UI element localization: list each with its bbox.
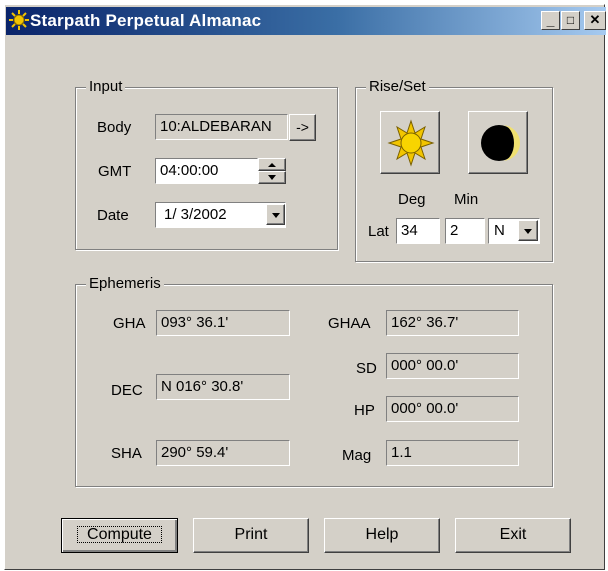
hp-label: HP (354, 402, 375, 419)
maximize-button[interactable]: □ (561, 11, 580, 30)
dec-value: N 016° 30.8' (156, 374, 290, 400)
help-button[interactable]: Help (324, 518, 440, 553)
compute-button-label: Compute (73, 522, 166, 547)
ephemeris-legend: Ephemeris (86, 275, 164, 292)
sd-value: 000° 00.0' (386, 353, 519, 379)
sd-label: SD (356, 360, 377, 377)
close-button[interactable]: ✕ (584, 11, 606, 30)
sha-label: SHA (111, 445, 142, 462)
print-button[interactable]: Print (193, 518, 309, 553)
gmt-label: GMT (98, 163, 132, 180)
exit-button[interactable]: Exit (455, 518, 571, 553)
moon-icon (478, 122, 520, 169)
body-label: Body (97, 119, 132, 136)
gha-label: GHA (113, 315, 146, 332)
riseset-legend: Rise/Set (366, 78, 429, 95)
dec-label: DEC (111, 382, 143, 399)
gha-value: 093° 36.1' (156, 310, 290, 336)
gmt-spin-up[interactable] (258, 158, 286, 171)
lat-deg-input[interactable]: 34 (396, 218, 440, 244)
input-legend: Input (86, 78, 126, 95)
gmt-spinner[interactable] (258, 158, 286, 184)
deg-label: Deg (398, 191, 426, 208)
sun-icon (387, 119, 435, 172)
min-label: Min (454, 191, 479, 208)
body-go-button[interactable]: -> (289, 114, 316, 141)
date-label: Date (97, 207, 129, 224)
ghaa-value: 162° 36.7' (386, 310, 519, 336)
sha-value: 290° 59.4' (156, 440, 290, 466)
lat-hemisphere-dropdown[interactable] (518, 220, 538, 241)
lat-label: Lat (368, 223, 389, 240)
window-title: Starpath Perpetual Almanac (30, 11, 262, 30)
lat-min-input[interactable]: 2 (445, 218, 485, 244)
sunrise-button[interactable] (380, 111, 440, 174)
gmt-spin-down[interactable] (258, 171, 286, 184)
hp-value: 000° 00.0' (386, 396, 519, 422)
minimize-button[interactable]: _ (541, 11, 560, 30)
mag-label: Mag (342, 447, 372, 464)
compute-button[interactable]: Compute (61, 518, 178, 553)
app-sun-icon (9, 10, 29, 30)
body-field: 10:ALDEBARAN (155, 114, 288, 140)
ghaa-label: GHAA (328, 315, 371, 332)
moonrise-button[interactable] (468, 111, 528, 174)
mag-value: 1.1 (386, 440, 519, 466)
gmt-input[interactable]: 04:00:00 (155, 158, 258, 184)
date-dropdown-button[interactable] (266, 204, 285, 225)
title-bar[interactable]: Starpath Perpetual Almanac _ □ ✕ (6, 7, 606, 35)
